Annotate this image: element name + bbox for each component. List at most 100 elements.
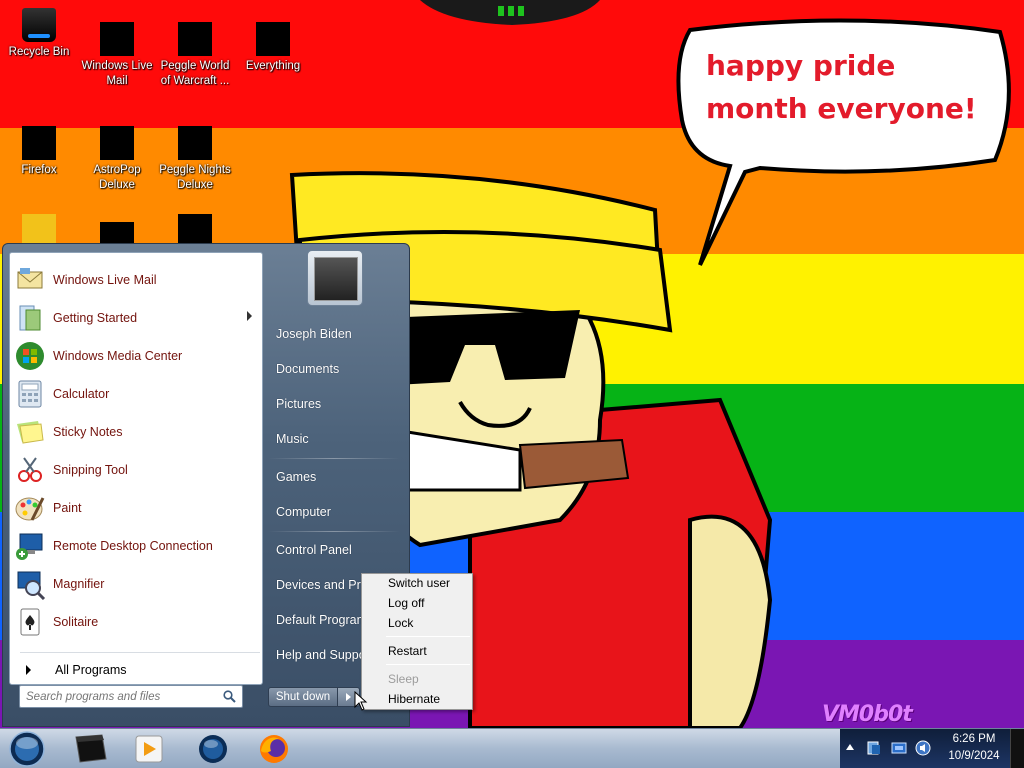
menu-item-switch-user[interactable]: Switch user (388, 576, 450, 590)
start-button[interactable] (7, 729, 47, 768)
program-label: Remote Desktop Connection (53, 539, 213, 553)
program-label: Solitaire (53, 615, 99, 629)
program-magnifier[interactable]: Magnifier (10, 565, 262, 603)
program-remote-desktop[interactable]: Remote Desktop Connection (10, 527, 262, 565)
menu-item-sleep: Sleep (388, 672, 419, 686)
start-link-computer[interactable]: Computer (276, 505, 331, 519)
program-label: Calculator (53, 387, 110, 401)
menu-item-lock[interactable]: Lock (388, 616, 413, 630)
programs-separator (20, 652, 260, 653)
remote-desktop-icon (16, 533, 43, 560)
watermark: VM0b0t (822, 702, 913, 727)
firefox-icon (22, 126, 56, 160)
program-solitaire[interactable]: Solitaire (10, 603, 262, 641)
program-sticky-notes[interactable]: Sticky Notes (10, 413, 262, 451)
program-getting-started[interactable]: Getting Started (10, 299, 262, 337)
recycle-bin-icon (22, 8, 56, 42)
start-menu-programs-pane: Windows Live Mail Getting Started Window… (9, 252, 263, 685)
start-link-pictures[interactable]: Pictures (276, 397, 321, 411)
taskbar-app-network[interactable] (184, 731, 242, 766)
program-label: Paint (53, 501, 82, 515)
all-programs-arrow-icon (26, 665, 31, 675)
start-link-games[interactable]: Games (276, 470, 316, 484)
menu-separator (386, 636, 470, 637)
clock-time[interactable]: 6:26 PM (945, 733, 1003, 745)
clock-date[interactable]: 10/9/2024 (942, 750, 1006, 762)
desktop-icon-label: Windows Live Mail (81, 60, 153, 87)
search-icon[interactable] (223, 690, 236, 703)
all-programs-button[interactable]: All Programs (12, 656, 260, 684)
shutdown-button[interactable]: Shut down (268, 687, 338, 707)
snipping-tool-icon (18, 457, 42, 482)
desktop-icon-windows-live-mail[interactable]: Windows Live Mail (78, 22, 156, 89)
start-search-box[interactable] (19, 685, 243, 708)
desktop-icon-label: Recycle Bin (8, 46, 70, 58)
program-snipping-tool[interactable]: Snipping Tool (10, 451, 262, 489)
program-label: Magnifier (53, 577, 105, 591)
user-account-picture[interactable] (307, 250, 363, 306)
all-programs-label: All Programs (55, 663, 127, 677)
desktop-icon-label: Peggle Nights Deluxe (159, 164, 231, 191)
astropop-icon (100, 126, 134, 160)
desktop-icon-firefox[interactable]: Firefox (0, 126, 78, 178)
program-windows-live-mail[interactable]: Windows Live Mail (10, 261, 262, 299)
program-label: Getting Started (53, 311, 138, 325)
paint-icon (15, 497, 45, 521)
peggle-nights-icon (178, 126, 212, 160)
menu-item-restart[interactable]: Restart (388, 644, 427, 658)
program-paint[interactable]: Paint (10, 489, 262, 527)
show-desktop-button[interactable] (1010, 729, 1024, 768)
taskbar-app-recycle[interactable] (62, 731, 120, 766)
network-icon[interactable] (891, 741, 907, 755)
menu-separator (386, 664, 470, 665)
desktop-icon-peggle-nights[interactable]: Peggle Nights Deluxe (156, 126, 234, 193)
start-link-default-programs[interactable]: Default Programs (276, 613, 362, 627)
avatar (314, 257, 358, 301)
start-link-user-folder[interactable]: Joseph Biden (276, 327, 352, 341)
taskbar-app-media-player[interactable] (120, 731, 178, 766)
action-center-icon[interactable] (866, 740, 882, 756)
menu-item-hibernate[interactable]: Hibernate (388, 692, 440, 706)
start-link-control-panel[interactable]: Control Panel (276, 543, 352, 557)
start-link-documents[interactable]: Documents (276, 362, 339, 376)
menu-item-log-off[interactable]: Log off (388, 596, 424, 610)
desktop-icon-label: Peggle World of Warcraft ... (160, 60, 230, 87)
media-center-icon (16, 342, 44, 370)
right-pane-separator (268, 531, 400, 532)
calculator-icon (18, 380, 42, 408)
mail-icon (100, 22, 134, 56)
program-calculator[interactable]: Calculator (10, 375, 262, 413)
magnifier-icon (17, 571, 46, 600)
power-options-menu: Switch user Log off Lock Restart Sleep H… (361, 573, 473, 710)
program-label: Windows Media Center (53, 349, 183, 363)
peggle-icon (178, 22, 212, 56)
start-link-help-support[interactable]: Help and Support (276, 648, 362, 662)
mouse-cursor-icon (354, 691, 368, 711)
everything-icon (256, 22, 290, 56)
taskbar-app-firefox[interactable] (245, 731, 303, 766)
desktop-icon-astropop[interactable]: AstroPop Deluxe (78, 126, 156, 193)
mail-icon (17, 268, 43, 289)
desktop-icon-label: AstroPop Deluxe (93, 164, 141, 191)
desktop-icon-everything[interactable]: Everything (234, 22, 312, 74)
chevron-right-icon (346, 693, 351, 701)
desktop-icon-recycle-bin[interactable]: Recycle Bin (0, 8, 78, 60)
desktop-icon-label: Everything (245, 60, 301, 72)
right-pane-separator (268, 458, 400, 459)
speech-bubble-text: happy pride month everyone! (706, 49, 977, 125)
program-windows-media-center[interactable]: Windows Media Center (10, 337, 262, 375)
desktop-icon-label: Firefox (21, 164, 57, 176)
show-hidden-icons-icon[interactable] (846, 744, 854, 750)
getting-started-icon (19, 305, 41, 331)
program-label: Sticky Notes (53, 425, 123, 439)
sticky-notes-icon (17, 421, 44, 444)
search-input[interactable] (26, 688, 211, 705)
desktop-icon-peggle-wow[interactable]: Peggle World of Warcraft ... (156, 22, 234, 89)
program-label: Snipping Tool (53, 463, 128, 477)
submenu-arrow-icon (247, 311, 252, 321)
start-link-devices-printers[interactable]: Devices and Printers (276, 578, 362, 592)
start-link-music[interactable]: Music (276, 432, 309, 446)
volume-icon[interactable] (915, 740, 931, 756)
solitaire-icon (20, 608, 40, 636)
program-label: Windows Live Mail (53, 273, 157, 287)
